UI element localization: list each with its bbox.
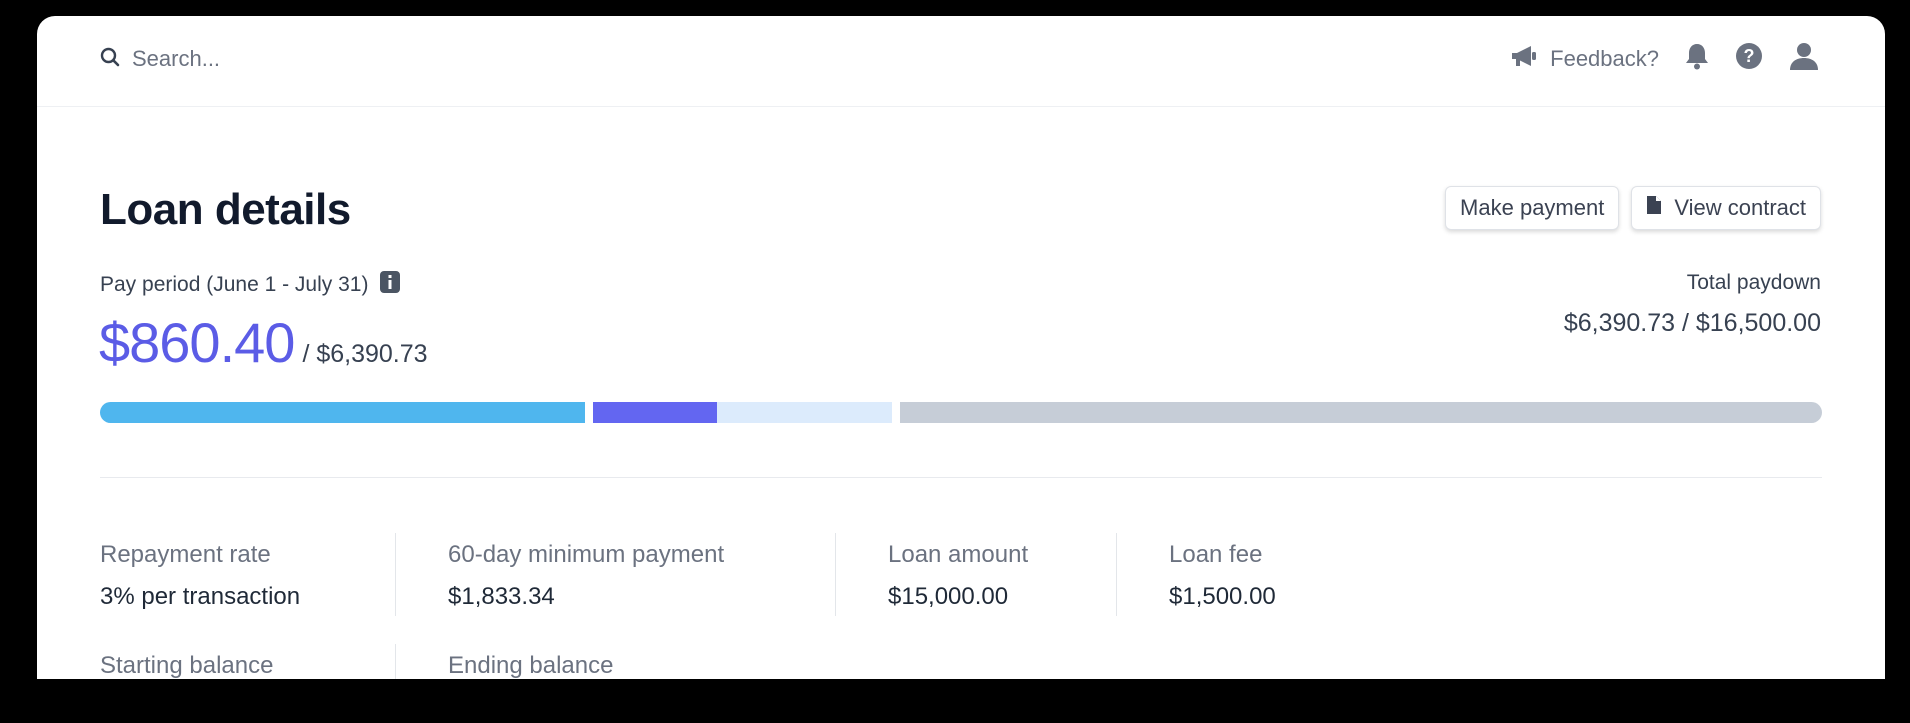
top-bar: Feedback? ? (37, 16, 1885, 107)
section-divider (100, 477, 1822, 478)
make-payment-button[interactable]: Make payment (1445, 186, 1620, 230)
document-icon (1646, 195, 1674, 221)
megaphone-icon (1510, 44, 1550, 74)
page-title: Loan details (100, 185, 351, 234)
search-icon (100, 47, 120, 72)
paid-amount: $860.40 (99, 311, 295, 374)
due-amount: / $6,390.73 (302, 340, 428, 368)
stat-ending-balance: Ending balance (396, 644, 835, 679)
stat-value: $1,833.34 (448, 583, 555, 610)
pay-period: Pay period (June 1 - July 31) (100, 271, 401, 299)
help-icon: ? (1735, 42, 1763, 75)
search-bar[interactable] (100, 46, 432, 72)
total-paydown-value: $6,390.73 / $16,500.00 (1563, 309, 1821, 337)
stat-value: $15,000.00 (888, 583, 1009, 610)
view-contract-button[interactable]: View contract (1631, 186, 1821, 230)
stat-label: Loan fee (1169, 541, 1263, 568)
stat-value: $1,500.00 (1169, 583, 1276, 610)
view-contract-label: View contract (1674, 195, 1806, 220)
stat-label: 60-day minimum payment (448, 541, 725, 568)
header-actions: Make payment View contract (1433, 186, 1821, 230)
svg-text:?: ? (1744, 46, 1755, 66)
make-payment-label: Make payment (1460, 195, 1605, 220)
stat-label: Repayment rate (100, 541, 271, 568)
info-icon[interactable] (380, 271, 401, 299)
stats-row: Starting balance Ending balance (100, 644, 1417, 679)
stat-loan-fee: Loan fee $1,500.00 (1117, 533, 1417, 616)
bell-icon (1685, 42, 1709, 75)
stat-loan-amount: Loan amount $15,000.00 (836, 533, 1116, 616)
total-paydown: Total paydown $6,390.73 / $16,500.00 (1564, 271, 1821, 338)
pay-period-label: Pay period (June 1 - July 31) (100, 273, 369, 296)
user-icon (1789, 42, 1819, 75)
app-window: Feedback? ? Loan details Make payment (37, 16, 1885, 679)
stat-repayment-rate: Repayment rate 3% per transaction (100, 533, 395, 616)
feedback-link[interactable]: Feedback? (1510, 44, 1659, 74)
stat-starting-balance: Starting balance (100, 644, 395, 679)
help-button[interactable]: ? (1735, 42, 1763, 75)
notifications-button[interactable] (1685, 42, 1709, 75)
search-input[interactable] (132, 46, 432, 72)
top-right-actions: Feedback? ? (1510, 42, 1819, 75)
user-menu-button[interactable] (1789, 42, 1819, 75)
feedback-label: Feedback? (1550, 45, 1659, 71)
progress-segment-paid (100, 402, 585, 423)
pay-period-amount: $860.40 / $6,390.73 (99, 310, 428, 375)
paydown-progress-bar (100, 402, 1822, 423)
stat-minimum-payment: 60-day minimum payment $1,833.34 (396, 533, 835, 616)
stat-value: 3% per transaction (100, 583, 301, 610)
progress-segment-remaining (717, 402, 892, 423)
progress-segment-period (593, 402, 717, 423)
loan-stats: Repayment rate 3% per transaction 60-day… (100, 533, 1417, 679)
stat-label: Loan amount (888, 541, 1029, 568)
stat-label: Ending balance (448, 652, 614, 679)
stats-row: Repayment rate 3% per transaction 60-day… (100, 533, 1417, 616)
stat-label: Starting balance (100, 652, 274, 679)
total-paydown-label: Total paydown (1686, 271, 1821, 294)
progress-segment-future (900, 402, 1822, 423)
